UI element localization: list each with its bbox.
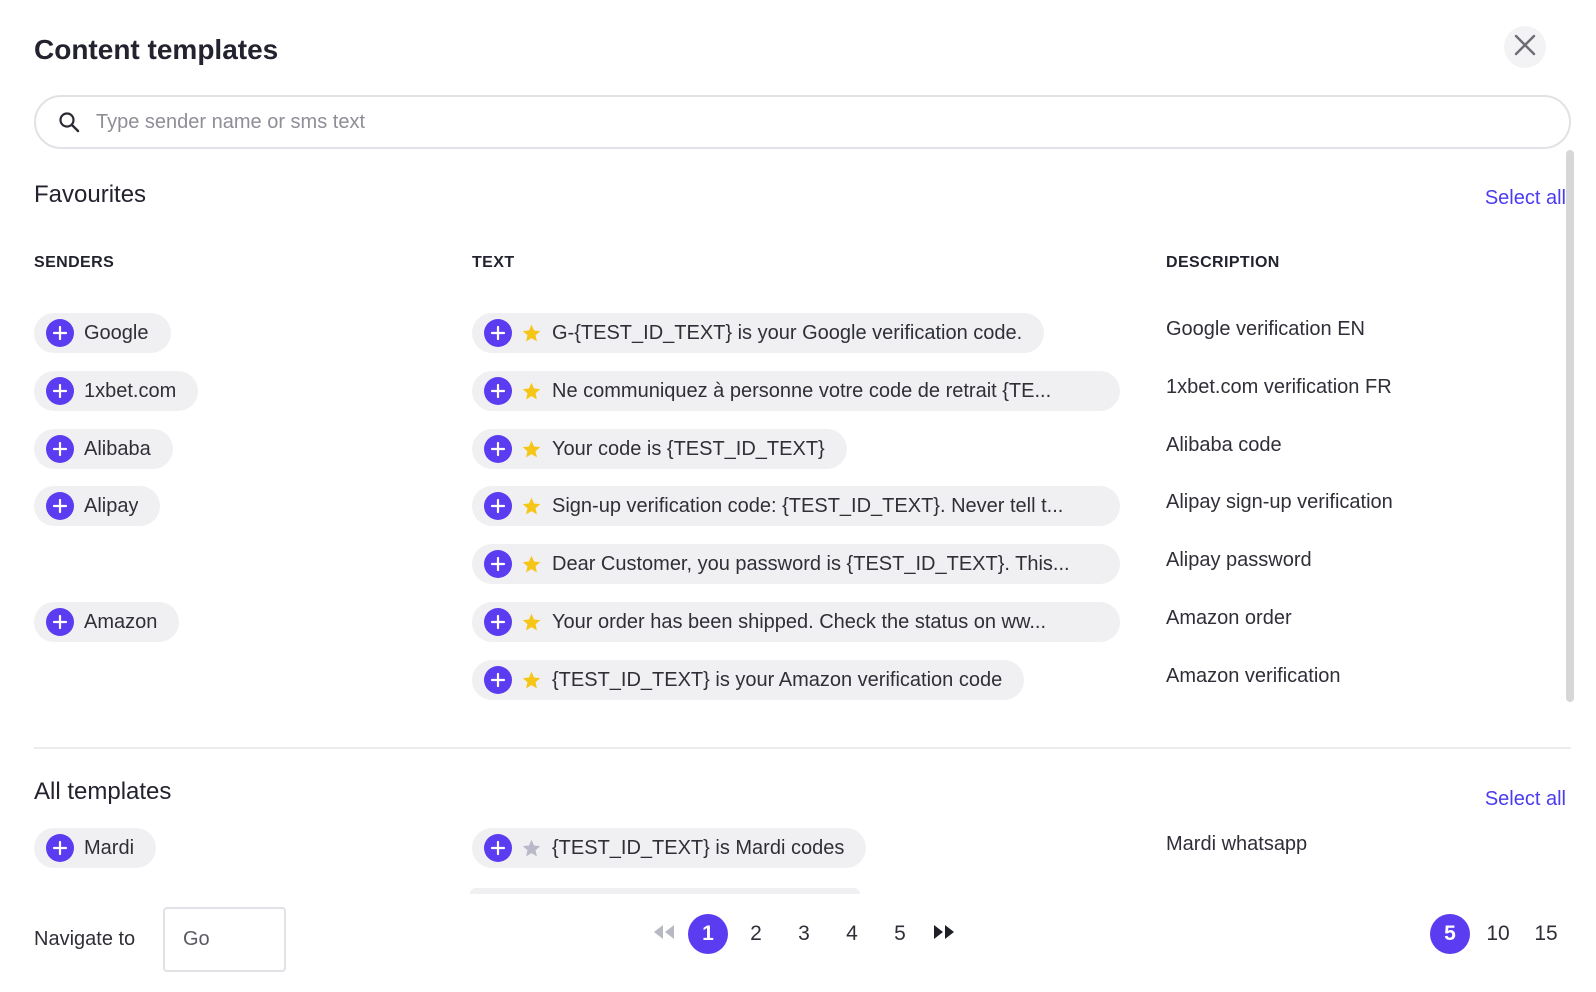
star-icon[interactable] [520, 322, 542, 344]
text-chip[interactable]: {TEST_ID_TEXT} is your Amazon verificati… [472, 660, 1025, 700]
page-size-10-button[interactable]: 10 [1478, 914, 1518, 954]
plus-icon[interactable] [484, 492, 512, 520]
plus-icon[interactable] [46, 377, 74, 405]
template-description: Amazon order [1166, 607, 1292, 629]
sender-chip[interactable]: Mardi [34, 828, 157, 868]
search-input[interactable] [96, 110, 1496, 134]
text-chip[interactable]: G-{TEST_ID_TEXT} is your Google verifica… [472, 313, 1045, 353]
template-text: {TEST_ID_TEXT} is Mardi codes [552, 836, 845, 859]
sender-label: Google [84, 321, 149, 344]
page-2-button[interactable]: 2 [736, 914, 776, 954]
star-icon[interactable] [520, 837, 542, 859]
first-page-button[interactable] [644, 914, 684, 954]
star-icon[interactable] [520, 669, 542, 691]
template-text: {TEST_ID_TEXT} is your Amazon verificati… [552, 668, 1003, 691]
text-chip-partial [470, 888, 860, 894]
double-chevron-left-icon [651, 923, 677, 946]
template-description: Alipay sign-up verification [1166, 491, 1393, 513]
navigate-page-input[interactable] [163, 907, 286, 972]
all-templates-select-all-link[interactable]: Select all [1485, 788, 1566, 811]
plus-icon[interactable] [46, 492, 74, 520]
text-chip[interactable]: Sign-up verification code: {TEST_ID_TEXT… [472, 486, 1120, 526]
template-description: Google verification EN [1166, 318, 1365, 340]
sender-label: Alibaba [84, 437, 151, 460]
text-chip[interactable]: {TEST_ID_TEXT} is Mardi codes [472, 828, 867, 868]
section-divider [34, 747, 1571, 749]
plus-icon[interactable] [484, 834, 512, 862]
plus-icon[interactable] [484, 608, 512, 636]
plus-icon[interactable] [46, 435, 74, 463]
template-text: Your code is {TEST_ID_TEXT} [552, 437, 825, 460]
plus-icon[interactable] [484, 550, 512, 578]
template-description: 1xbet.com verification FR [1166, 376, 1392, 398]
sender-label: Mardi [84, 836, 135, 859]
template-description: Alibaba code [1166, 434, 1282, 456]
sender-chip[interactable]: Alibaba [34, 429, 173, 469]
last-page-button[interactable] [924, 914, 964, 954]
sender-label: Alipay [84, 494, 139, 517]
search-bar [34, 95, 1571, 149]
sender-chip[interactable]: 1xbet.com [34, 371, 199, 411]
template-description: Alipay password [1166, 549, 1312, 571]
plus-icon[interactable] [484, 319, 512, 347]
all-templates-title: All templates [34, 778, 172, 805]
navigate-label: Navigate to [34, 928, 136, 950]
plus-icon[interactable] [46, 608, 74, 636]
text-chip[interactable]: Your code is {TEST_ID_TEXT} [472, 429, 847, 469]
sender-chip[interactable]: Amazon [34, 602, 180, 642]
star-icon[interactable] [520, 380, 542, 402]
column-header-description: DESCRIPTION [1166, 254, 1280, 271]
text-chip[interactable]: Your order has been shipped. Check the s… [472, 602, 1120, 642]
sender-label: Amazon [84, 610, 158, 633]
favourites-title: Favourites [34, 181, 147, 208]
plus-icon[interactable] [46, 319, 74, 347]
star-icon[interactable] [520, 495, 542, 517]
plus-icon[interactable] [484, 377, 512, 405]
sender-chip[interactable]: Google [34, 313, 171, 353]
pagination: 1 2 3 4 5 [644, 914, 964, 954]
search-icon [56, 109, 82, 135]
dialog-title: Content templates [34, 34, 279, 65]
template-text: Ne communiquez à personne votre code de … [552, 379, 1052, 402]
plus-icon[interactable] [484, 666, 512, 694]
column-header-text: TEXT [472, 254, 515, 271]
plus-icon[interactable] [484, 435, 512, 463]
favourites-select-all-link[interactable]: Select all [1485, 187, 1566, 210]
page-size-5-button[interactable]: 5 [1430, 914, 1470, 954]
page-size-selector: 5 10 15 [1422, 914, 1566, 954]
template-text: Dear Customer, you password is {TEST_ID_… [552, 552, 1070, 575]
text-chip[interactable]: Ne communiquez à personne votre code de … [472, 371, 1120, 411]
page-size-15-button[interactable]: 15 [1526, 914, 1566, 954]
close-button[interactable] [1504, 26, 1546, 68]
double-chevron-right-icon [931, 923, 957, 946]
text-chip[interactable]: Dear Customer, you password is {TEST_ID_… [472, 544, 1120, 584]
column-header-senders: SENDERS [34, 254, 115, 271]
sender-chip[interactable]: Alipay [34, 486, 161, 526]
page-1-button[interactable]: 1 [688, 914, 728, 954]
star-icon[interactable] [520, 611, 542, 633]
template-description: Amazon verification [1166, 665, 1341, 687]
template-text: Sign-up verification code: {TEST_ID_TEXT… [552, 494, 1064, 517]
page-4-button[interactable]: 4 [832, 914, 872, 954]
template-text: G-{TEST_ID_TEXT} is your Google verifica… [552, 321, 1023, 344]
star-icon[interactable] [520, 553, 542, 575]
sender-label: 1xbet.com [84, 379, 177, 402]
page-3-button[interactable]: 3 [784, 914, 824, 954]
template-description: Mardi whatsapp [1166, 833, 1308, 855]
plus-icon[interactable] [46, 834, 74, 862]
page-5-button[interactable]: 5 [880, 914, 920, 954]
template-text: Your order has been shipped. Check the s… [552, 610, 1047, 633]
star-icon[interactable] [520, 438, 542, 460]
close-icon [1514, 34, 1536, 61]
scrollbar[interactable] [1566, 150, 1574, 702]
